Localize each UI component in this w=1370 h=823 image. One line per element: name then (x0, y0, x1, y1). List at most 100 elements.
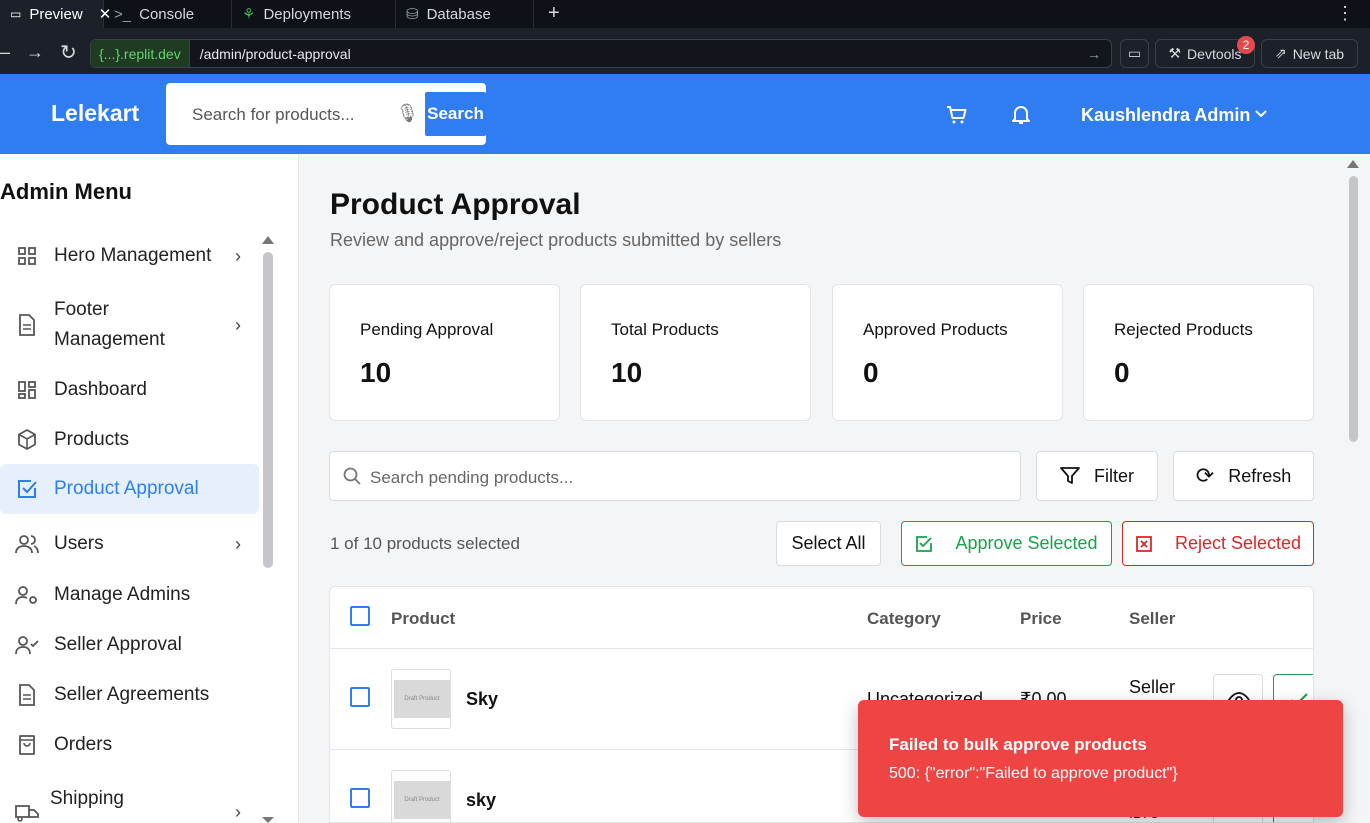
select-all-checkbox[interactable] (350, 606, 370, 626)
plus-icon[interactable]: + (548, 2, 560, 25)
chevron-right-icon: › (235, 245, 241, 266)
user-cog-icon (0, 585, 54, 605)
tab-database[interactable]: ⛁ Database (396, 0, 534, 28)
go-arrow-icon[interactable]: → (1087, 46, 1101, 62)
filter-icon (1060, 467, 1080, 484)
user-check-icon (0, 635, 54, 655)
sidebar-scrollbar[interactable] (263, 252, 273, 568)
toast-title: Failed to bulk approve products (889, 735, 1147, 754)
wrench-icon: ⚒ (1168, 45, 1182, 61)
bell-icon[interactable] (1012, 104, 1030, 125)
header-search: Search for products... 🎙 Search (166, 83, 486, 145)
reject-selected-button[interactable]: Reject Selected (1122, 521, 1314, 566)
url-field[interactable]: {...}.replit.dev /admin/product-approval… (90, 39, 1112, 68)
sidebar-item-hero-management[interactable]: Hero Management › (0, 236, 259, 276)
devtools-badge: 2 (1237, 36, 1255, 54)
sidebar-item-orders[interactable]: Orders (0, 725, 259, 765)
stat-label: Approved Products (863, 320, 1008, 339)
tab-console[interactable]: >_ Console (104, 0, 232, 28)
box-icon (0, 429, 54, 451)
column-header-price[interactable]: Price (1020, 609, 1062, 629)
stat-label: Total Products (611, 320, 719, 339)
thumbnail-text: Draft Product (394, 781, 450, 819)
sidebar-item-label: Seller Agreements (54, 684, 210, 705)
stat-label: Pending Approval (360, 320, 494, 339)
dashboard-icon (0, 380, 54, 400)
sidebar-item-seller-agreements[interactable]: Seller Agreements (0, 675, 259, 715)
reject-selected-label: Reject Selected (1174, 533, 1302, 553)
stat-card-pending: Pending Approval 10 (329, 284, 560, 421)
toast-message: 500: {"error":"Failed to approve product… (889, 765, 1178, 782)
sidebar-item-users[interactable]: Users › (0, 524, 259, 564)
back-icon[interactable]: – (0, 42, 10, 63)
sidebar-item-label: Users (54, 533, 104, 554)
approve-selected-button[interactable]: Approve Selected (901, 521, 1112, 566)
product-search-field[interactable]: Search pending products... (329, 451, 1021, 501)
devtools-label: Devtools (1187, 45, 1242, 62)
column-header-product[interactable]: Product (391, 609, 455, 629)
user-menu[interactable]: Kaushlendra Admin (1081, 105, 1250, 126)
sidebar-item-label: Products (54, 429, 129, 450)
microphone-icon[interactable]: 🎙 (396, 103, 419, 124)
sidebar-item-shipping[interactable]: Shipping › (0, 782, 259, 822)
main-scroll-up-arrow[interactable] (1347, 160, 1359, 168)
scroll-down-arrow[interactable] (262, 817, 274, 823)
sidebar-item-footer-management[interactable]: Footer Management › (0, 294, 259, 356)
page-title: Product Approval (330, 188, 581, 221)
tab-label: Console (139, 5, 195, 23)
product-name[interactable]: Sky (466, 689, 498, 710)
cart-icon[interactable] (946, 105, 968, 125)
document-icon (0, 314, 54, 336)
row-divider (330, 648, 1313, 649)
sidebar-item-product-approval[interactable]: Product Approval (0, 464, 259, 514)
column-header-seller[interactable]: Seller (1129, 609, 1175, 629)
stat-card-rejected: Rejected Products 0 (1083, 284, 1314, 421)
tab-preview[interactable]: ▭ Preview ✕ (0, 0, 111, 28)
refresh-button[interactable]: ⟳ Refresh (1173, 451, 1314, 501)
product-seller: Seller (1129, 677, 1176, 697)
stat-label: Rejected Products (1114, 320, 1253, 339)
forward-icon[interactable]: → (26, 42, 44, 63)
chevron-right-icon: › (235, 533, 241, 554)
stat-value: 10 (360, 357, 392, 388)
users-icon (0, 534, 54, 554)
refresh-icon: ⟳ (1195, 463, 1215, 488)
sidebar-item-dashboard[interactable]: Dashboard (0, 370, 259, 410)
sidebar-item-label: Seller Approval (54, 634, 182, 655)
x-square-icon (1136, 535, 1152, 552)
row-checkbox[interactable] (350, 687, 370, 707)
reload-icon[interactable]: ↻ (60, 40, 77, 65)
check-square-icon (916, 535, 933, 552)
search-button[interactable]: Search (425, 92, 486, 136)
error-toast[interactable]: Failed to bulk approve products 500: {"e… (858, 700, 1343, 817)
url-host: {...}.replit.dev (91, 40, 190, 67)
tab-deployments[interactable]: ⚘ Deployments (232, 0, 396, 28)
sidebar-item-label: Shipping (50, 788, 124, 809)
product-name[interactable]: sky (466, 790, 496, 811)
search-input[interactable]: Search for products... (192, 105, 355, 125)
sidebar-item-products[interactable]: Products (0, 420, 259, 460)
chevron-down-icon[interactable] (1254, 109, 1268, 119)
sidebar-item-seller-approval[interactable]: Seller Approval (0, 625, 259, 665)
scroll-up-arrow[interactable] (262, 236, 274, 244)
external-link-icon: ⇗ (1274, 45, 1287, 61)
row-checkbox[interactable] (350, 788, 370, 808)
sidebar-item-manage-admins[interactable]: Manage Admins (0, 575, 259, 615)
logo[interactable]: Lelekart (51, 100, 139, 127)
filter-label: Filter (1094, 465, 1134, 486)
bag-icon (0, 734, 54, 756)
sidebar-item-label: Product Approval (54, 478, 199, 499)
product-thumbnail: Draft Product (391, 669, 451, 729)
filter-button[interactable]: Filter (1036, 451, 1158, 501)
deploy-icon: ⚘ (242, 6, 256, 23)
monitor-icon: ▭ (10, 7, 22, 21)
check-square-icon (0, 478, 54, 500)
more-vertical-icon[interactable]: ⋮ (1336, 3, 1354, 24)
database-icon: ⛁ (406, 6, 419, 23)
column-header-category[interactable]: Category (867, 609, 941, 629)
main-scrollbar[interactable] (1349, 176, 1358, 442)
select-all-button[interactable]: Select All (776, 521, 881, 566)
screen-icon[interactable]: ▭ (1120, 39, 1149, 68)
select-all-label: Select All (791, 533, 866, 553)
new-tab-button[interactable]: ⇗ New tab (1261, 39, 1358, 68)
